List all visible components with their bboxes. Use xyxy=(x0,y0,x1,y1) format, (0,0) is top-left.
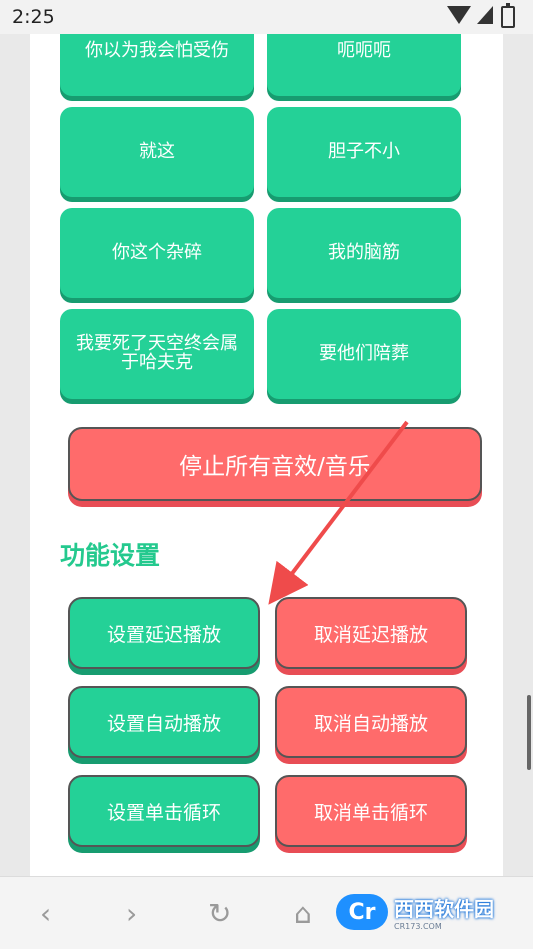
page-content: 你以为我会怕受伤 呃呃呃 就这 胆子不小 你这个杂碎 我的脑筋 我要死了天空终会… xyxy=(30,34,503,876)
wifi-icon xyxy=(447,6,471,24)
scrollbar-thumb[interactable] xyxy=(527,695,531,770)
status-time: 2:25 xyxy=(12,6,55,28)
watermark-sub: CR173.COM xyxy=(394,922,442,931)
set-delay-button[interactable]: 设置延迟播放 xyxy=(68,597,260,669)
set-autoplay-button[interactable]: 设置自动播放 xyxy=(68,686,260,758)
stop-all-button[interactable]: 停止所有音效/音乐 xyxy=(68,427,482,501)
home-icon[interactable]: ⌂ xyxy=(294,897,312,930)
back-icon[interactable]: ‹ xyxy=(40,897,51,930)
refresh-icon[interactable]: ↻ xyxy=(208,897,231,930)
status-icons xyxy=(447,3,515,28)
watermark-badge: Cr xyxy=(336,894,388,930)
cancel-autoplay-button[interactable]: 取消自动播放 xyxy=(275,686,467,758)
watermark-logo: Cr 西西软件园 CR173.COM xyxy=(336,888,516,936)
sound-button[interactable]: 呃呃呃 xyxy=(267,34,461,96)
watermark-main: 西西软件园 xyxy=(394,897,494,921)
sound-button[interactable]: 你以为我会怕受伤 xyxy=(60,34,254,96)
set-loop-button[interactable]: 设置单击循环 xyxy=(68,775,260,847)
sound-button[interactable]: 要他们陪葬 xyxy=(267,309,461,399)
forward-icon[interactable]: › xyxy=(126,897,137,930)
battery-icon xyxy=(501,3,515,28)
sound-button[interactable]: 我的脑筋 xyxy=(267,208,461,298)
sound-button[interactable]: 你这个杂碎 xyxy=(60,208,254,298)
status-bar: 2:25 xyxy=(0,0,533,34)
signal-icon xyxy=(477,6,493,24)
sound-button[interactable]: 就这 xyxy=(60,107,254,197)
watermark-text: 西西软件园 CR173.COM xyxy=(394,893,494,931)
cancel-delay-button[interactable]: 取消延迟播放 xyxy=(275,597,467,669)
settings-title: 功能设置 xyxy=(60,541,161,570)
sound-button[interactable]: 我要死了天空终会属于哈夫克 xyxy=(60,309,254,399)
cancel-loop-button[interactable]: 取消单击循环 xyxy=(275,775,467,847)
sound-button[interactable]: 胆子不小 xyxy=(267,107,461,197)
